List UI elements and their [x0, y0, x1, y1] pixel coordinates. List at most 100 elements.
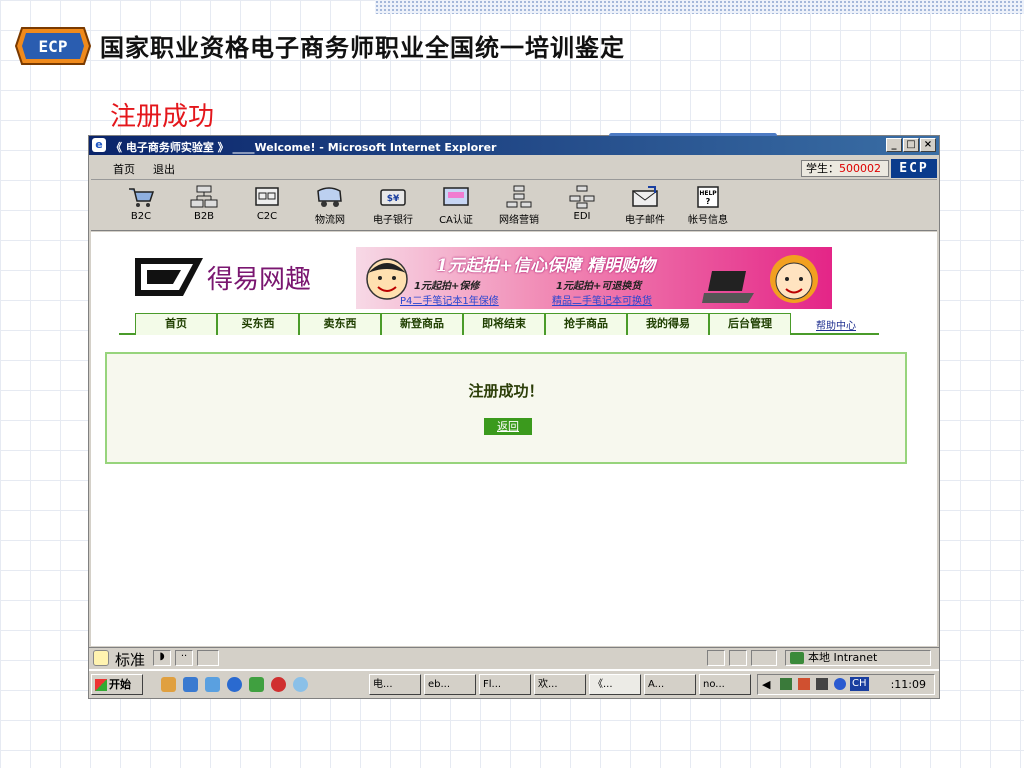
punctuation-icon[interactable]: ··: [175, 650, 193, 666]
task-button[interactable]: 电...: [369, 674, 421, 695]
taskbar: 开始 电... eb... Fl... 欢... 《... A... no...…: [89, 669, 939, 698]
task-button-active[interactable]: 《...: [589, 674, 641, 695]
toolbar-label: EDI: [573, 211, 591, 222]
banner-line-1: 1元起拍+保修: [414, 281, 480, 292]
bank-icon: $¥: [380, 189, 406, 206]
toolbar-account[interactable]: HELP? 帐号信息: [678, 185, 738, 226]
status-cell: [707, 650, 725, 666]
module-toolbar: B2C B2B C2C 物流网 $¥ 电子银行 CA认证 网络营销 EDI 电子…: [91, 181, 937, 231]
svg-text:$¥: $¥: [387, 194, 400, 204]
task-button[interactable]: eb...: [424, 674, 476, 695]
task-button[interactable]: 欢...: [534, 674, 586, 695]
toolbar-label: C2C: [256, 211, 278, 222]
page-content: 得易网趣 1元起拍+信心保障 精明购物 1元起拍+保修 1元起拍+可退换货 P4…: [91, 232, 937, 646]
page-icon: [93, 650, 109, 666]
keyboard-icon[interactable]: [197, 650, 219, 666]
site-logo[interactable]: 得易网趣: [133, 250, 333, 300]
tray-icon[interactable]: [816, 678, 828, 690]
back-button[interactable]: 返回: [484, 418, 532, 435]
tab-new-items[interactable]: 新登商品: [381, 313, 463, 335]
status-bar: 标准 ◗ ·· 本地 Intranet: [89, 647, 939, 670]
security-zone-label: 本地 Intranet: [808, 651, 878, 664]
tab-home[interactable]: 首页: [135, 313, 217, 335]
toolbar-ca[interactable]: CA认证: [426, 185, 486, 226]
cart-icon: [129, 188, 155, 207]
c2c-icon: [255, 187, 279, 206]
laptop-icon: [702, 271, 754, 303]
start-button[interactable]: 开始: [91, 674, 143, 695]
banner-link-1[interactable]: P4二手笔记本1年保修: [400, 292, 499, 307]
network-icon: [190, 185, 218, 208]
mail-icon: [632, 186, 658, 207]
help-icon: HELP?: [697, 186, 719, 208]
banner-line-2: 1元起拍+可退换货: [556, 281, 642, 292]
app-menu-bar: 首页 退出 学生：500002 ECP: [91, 156, 937, 180]
toolbar-logistics[interactable]: 物流网: [300, 185, 360, 226]
quicklaunch-icon[interactable]: [205, 677, 220, 692]
toolbar-label: 帐号信息: [688, 215, 728, 226]
edi-icon: [569, 185, 595, 209]
slide-subtitle: 注册成功: [110, 102, 215, 132]
tab-my-account[interactable]: 我的得易: [627, 313, 709, 335]
menu-home[interactable]: 首页: [113, 161, 135, 177]
student-indicator: 学生：500002: [801, 160, 889, 177]
banner-headline: 1元起拍+信心保障 精明购物: [436, 256, 655, 276]
minimize-button[interactable]: _: [886, 138, 902, 152]
security-zone: 本地 Intranet: [785, 650, 931, 666]
tab-ending-soon[interactable]: 即将结束: [463, 313, 545, 335]
toolbar-label: B2B: [193, 211, 215, 222]
slide-top-pattern: [375, 0, 1024, 14]
task-button[interactable]: A...: [644, 674, 696, 695]
tab-buy[interactable]: 买东西: [217, 313, 299, 335]
toolbar-ebank[interactable]: $¥ 电子银行: [363, 185, 423, 226]
window-titlebar[interactable]: e 《 电子商务师实验室 》 ____Welcome! - Microsoft …: [89, 136, 939, 155]
tray-icon[interactable]: [798, 678, 810, 690]
toolbar-email[interactable]: 电子邮件: [615, 185, 675, 226]
task-button[interactable]: Fl...: [479, 674, 531, 695]
system-tray: ◀ CH :11:09: [757, 674, 935, 695]
quicklaunch-icon[interactable]: [249, 677, 264, 692]
tab-sell[interactable]: 卖东西: [299, 313, 381, 335]
student-id: 500002: [839, 162, 881, 175]
toolbar-marketing[interactable]: 网络营销: [489, 185, 549, 226]
toolbar-c2c[interactable]: C2C: [237, 185, 297, 222]
ie-quicklaunch-icon[interactable]: [227, 677, 242, 692]
menu-logout[interactable]: 退出: [153, 161, 175, 177]
toolbar-label: 电子银行: [373, 215, 413, 226]
moon-icon[interactable]: ◗: [153, 650, 171, 666]
toolbar-b2b[interactable]: B2B: [174, 185, 234, 222]
toolbar-edi[interactable]: EDI: [552, 185, 612, 222]
tab-hot-items[interactable]: 抢手商品: [545, 313, 627, 335]
maximize-button[interactable]: □: [903, 138, 919, 152]
quicklaunch-icon[interactable]: [183, 677, 198, 692]
help-center-link[interactable]: 帮助中心: [816, 317, 856, 332]
window-title: 《 电子商务师实验室 》 ____Welcome! - Microsoft In…: [111, 141, 497, 154]
tab-admin[interactable]: 后台管理: [709, 313, 791, 335]
success-panel: 注册成功！ 返回: [105, 352, 907, 464]
toolbar-label: 物流网: [315, 215, 345, 226]
banner-link-2[interactable]: 精品二手笔记本可换货: [552, 292, 652, 307]
student-label: 学生：: [806, 162, 839, 175]
quicklaunch-icon[interactable]: [161, 677, 176, 692]
clock: :11:09: [890, 678, 926, 691]
close-button[interactable]: ×: [920, 138, 936, 152]
svg-text:HELP: HELP: [699, 190, 717, 197]
svg-text:?: ?: [706, 197, 711, 206]
certificate-icon: [443, 187, 469, 206]
browser-window: e 《 电子商务师实验室 》 ____Welcome! - Microsoft …: [88, 133, 940, 699]
task-button[interactable]: no...: [699, 674, 751, 695]
window-controls: _ □ ×: [886, 138, 936, 152]
toolbar-label: B2C: [130, 211, 152, 222]
quicklaunch-icon[interactable]: [271, 677, 286, 692]
ecp-badge: ECP: [891, 159, 937, 178]
tray-icon[interactable]: [834, 678, 846, 690]
language-indicator[interactable]: CH: [850, 677, 869, 691]
promo-banner[interactable]: 1元起拍+信心保障 精明购物 1元起拍+保修 1元起拍+可退换货 P4二手笔记本…: [356, 247, 832, 309]
truck-icon: [317, 187, 342, 207]
success-message: 注册成功！: [468, 382, 544, 400]
quicklaunch-icon[interactable]: [293, 677, 308, 692]
tray-icon[interactable]: [780, 678, 792, 690]
speaker-icon[interactable]: ◀: [762, 678, 770, 691]
ime-mode[interactable]: 标准: [115, 649, 145, 670]
toolbar-b2c[interactable]: B2C: [111, 185, 171, 222]
